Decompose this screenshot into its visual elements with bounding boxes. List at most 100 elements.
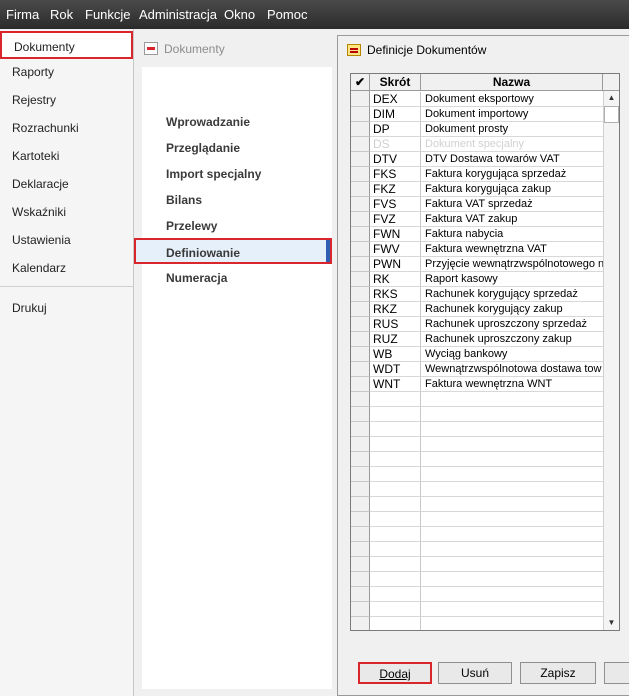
- table-row[interactable]: WNT Faktura wewnętrzna WNT: [351, 377, 603, 392]
- sidebar-item-deklaracje[interactable]: Deklaracje: [0, 170, 133, 198]
- delete-button[interactable]: Usuń: [438, 662, 512, 684]
- cell-code[interactable]: FKZ: [370, 182, 421, 197]
- cell-code[interactable]: RKS: [370, 287, 421, 302]
- cell-name[interactable]: [421, 557, 603, 572]
- table-row[interactable]: [351, 392, 603, 407]
- table-row[interactable]: FWN Faktura nabycia: [351, 227, 603, 242]
- table-row[interactable]: [351, 512, 603, 527]
- cell-name[interactable]: [421, 452, 603, 467]
- module-item-przegladanie[interactable]: Przeglądanie: [142, 135, 330, 161]
- table-row[interactable]: [351, 407, 603, 422]
- cell-code[interactable]: [370, 422, 421, 437]
- cell-code[interactable]: DTV: [370, 152, 421, 167]
- cell-name[interactable]: Wyciąg bankowy: [421, 347, 603, 362]
- table-row[interactable]: [351, 527, 603, 542]
- sidebar-item-rejestry[interactable]: Rejestry: [0, 86, 133, 114]
- cell-code[interactable]: FVS: [370, 197, 421, 212]
- vertical-scrollbar[interactable]: ▲ ▼: [603, 91, 619, 630]
- cell-name[interactable]: Faktura VAT zakup: [421, 212, 603, 227]
- save-button[interactable]: Zapisz: [520, 662, 596, 684]
- row-indicator[interactable]: [351, 467, 370, 482]
- cell-code[interactable]: DEX: [370, 92, 421, 107]
- cell-code[interactable]: FVZ: [370, 212, 421, 227]
- table-row[interactable]: WDT Wewnątrzwspólnotowa dostawa tow: [351, 362, 603, 377]
- row-indicator[interactable]: [351, 422, 370, 437]
- cell-name[interactable]: Faktura korygująca zakup: [421, 182, 603, 197]
- cell-name[interactable]: [421, 572, 603, 587]
- cell-code[interactable]: [370, 557, 421, 572]
- row-indicator[interactable]: [351, 407, 370, 422]
- row-indicator[interactable]: [351, 482, 370, 497]
- table-row[interactable]: DTV DTV Dostawa towarów VAT: [351, 152, 603, 167]
- cell-code[interactable]: [370, 512, 421, 527]
- cell-code[interactable]: RKZ: [370, 302, 421, 317]
- row-indicator[interactable]: [351, 122, 370, 137]
- cell-name[interactable]: Dokument specjalny: [421, 137, 603, 152]
- cell-code[interactable]: [370, 527, 421, 542]
- scroll-up-icon[interactable]: ▲: [604, 91, 619, 105]
- table-row[interactable]: RKZ Rachunek korygujący zakup: [351, 302, 603, 317]
- sidebar-item-raporty[interactable]: Raporty: [0, 58, 133, 86]
- cell-code[interactable]: [370, 467, 421, 482]
- cell-code[interactable]: [370, 452, 421, 467]
- sidebar-item-ustawienia[interactable]: Ustawienia: [0, 226, 133, 254]
- table-row[interactable]: [351, 587, 603, 602]
- cell-code[interactable]: FWV: [370, 242, 421, 257]
- column-header-name[interactable]: Nazwa: [421, 74, 603, 91]
- cell-code[interactable]: [370, 602, 421, 617]
- table-row[interactable]: [351, 617, 603, 630]
- cell-code[interactable]: FWN: [370, 227, 421, 242]
- module-item-bilans[interactable]: Bilans: [142, 187, 330, 213]
- table-row[interactable]: [351, 542, 603, 557]
- table-row[interactable]: FVS Faktura VAT sprzedaż: [351, 197, 603, 212]
- sidebar-item-wskazniki[interactable]: Wskaźniki: [0, 198, 133, 226]
- cell-name[interactable]: [421, 512, 603, 527]
- table-row[interactable]: FVZ Faktura VAT zakup: [351, 212, 603, 227]
- row-indicator[interactable]: [351, 167, 370, 182]
- table-row[interactable]: [351, 557, 603, 572]
- table-row[interactable]: DP Dokument prosty: [351, 122, 603, 137]
- table-row[interactable]: FKS Faktura korygująca sprzedaż: [351, 167, 603, 182]
- table-row[interactable]: [351, 482, 603, 497]
- row-indicator[interactable]: [351, 377, 370, 392]
- row-indicator[interactable]: [351, 332, 370, 347]
- row-indicator[interactable]: [351, 212, 370, 227]
- cell-code[interactable]: DIM: [370, 107, 421, 122]
- row-indicator[interactable]: [351, 602, 370, 617]
- cell-name[interactable]: Wewnątrzwspólnotowa dostawa tow: [421, 362, 603, 377]
- cell-name[interactable]: [421, 467, 603, 482]
- sidebar-item-rozrachunki[interactable]: Rozrachunki: [0, 114, 133, 142]
- table-row[interactable]: [351, 572, 603, 587]
- cell-code[interactable]: RK: [370, 272, 421, 287]
- cell-name[interactable]: [421, 497, 603, 512]
- cell-name[interactable]: Rachunek uproszczony zakup: [421, 332, 603, 347]
- cell-name[interactable]: Faktura korygująca sprzedaż: [421, 167, 603, 182]
- row-indicator[interactable]: [351, 437, 370, 452]
- row-indicator[interactable]: [351, 452, 370, 467]
- row-indicator[interactable]: [351, 272, 370, 287]
- row-indicator[interactable]: [351, 182, 370, 197]
- row-indicator[interactable]: [351, 107, 370, 122]
- cell-name[interactable]: Faktura nabycia: [421, 227, 603, 242]
- sidebar-item-kalendarz[interactable]: Kalendarz: [0, 254, 133, 282]
- cell-code[interactable]: [370, 482, 421, 497]
- row-indicator[interactable]: [351, 257, 370, 272]
- row-indicator[interactable]: [351, 302, 370, 317]
- cell-name[interactable]: [421, 587, 603, 602]
- row-indicator[interactable]: [351, 587, 370, 602]
- menu-firma[interactable]: Firma: [6, 7, 39, 22]
- row-indicator[interactable]: [351, 497, 370, 512]
- row-indicator[interactable]: [351, 92, 370, 107]
- cell-name[interactable]: Faktura VAT sprzedaż: [421, 197, 603, 212]
- table-row[interactable]: DS Dokument specjalny: [351, 137, 603, 152]
- cell-code[interactable]: WB: [370, 347, 421, 362]
- cell-name[interactable]: Przyjęcie wewnątrzwspólnotowego n: [421, 257, 603, 272]
- module-item-przelewy[interactable]: Przelewy: [142, 213, 330, 239]
- menu-rok[interactable]: Rok: [50, 7, 73, 22]
- table-row[interactable]: PWN Przyjęcie wewnątrzwspólnotowego n: [351, 257, 603, 272]
- row-indicator[interactable]: [351, 392, 370, 407]
- menu-funkcje[interactable]: Funkcje: [85, 7, 131, 22]
- cell-name[interactable]: Dokument prosty: [421, 122, 603, 137]
- cell-name[interactable]: [421, 392, 603, 407]
- cell-name[interactable]: Dokument importowy: [421, 107, 603, 122]
